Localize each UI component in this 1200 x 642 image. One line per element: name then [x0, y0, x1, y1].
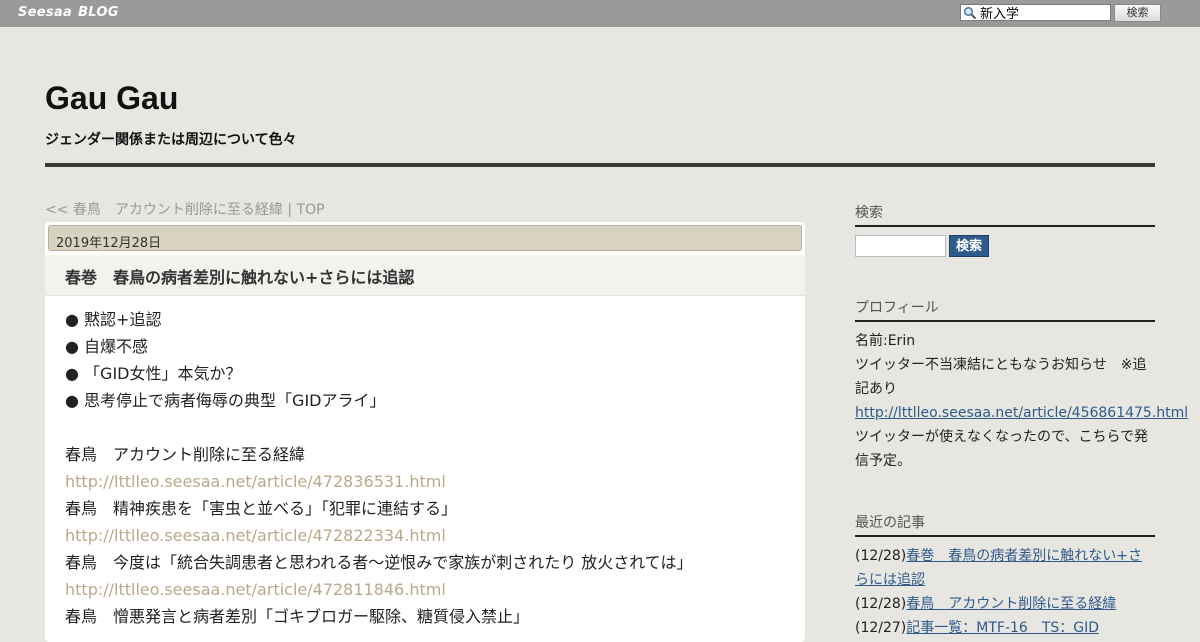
post-link[interactable]: http://lttlleo.seesaa.net/article/472822… — [65, 522, 785, 549]
blog-title[interactable]: Gau Gau — [45, 80, 178, 117]
sidebar-search-input[interactable] — [855, 235, 946, 257]
post-date: 2019年12月28日 — [56, 236, 162, 251]
recent-item: (12/27)記事一覧：MTF-16 TS：GID — [855, 616, 1155, 640]
post-line: 春鳥 精神疾患を「害虫と並べる」「犯罪に連結する」 — [65, 499, 458, 518]
recent-item-link[interactable]: 記事一覧：MTF-16 TS：GID — [906, 620, 1099, 636]
recent-item-date: (12/28) — [855, 548, 907, 564]
recent-item: (12/28)春鳥 アカウント削除に至る経緯 — [855, 592, 1155, 616]
profile-note: ツイッターが使えなくなったので、こちらで発信予定。 — [855, 429, 1149, 469]
seesaa-blog-logo[interactable]: Seesaa BLOG — [18, 5, 119, 20]
post-body: ● 黙認+追認 ● 自爆不感 ● 「GID女性」本気か？ ● 思考停止で病者侮辱の典型… — [65, 306, 785, 630]
top-search-button[interactable]: 検索 — [1114, 4, 1161, 22]
post-title-bar: 春巻 春鳥の病者差別に触れない+さらには追認 — [45, 255, 805, 296]
sidebar-search-heading: 検索 — [855, 202, 1155, 227]
profile-block: 名前:Erin ツイッター不当凍結にともなうお知らせ ※追記あり http://… — [855, 329, 1188, 473]
top-link[interactable]: TOP — [297, 202, 325, 218]
profile-notice: ツイッター不当凍結にともなうお知らせ ※追記あり — [855, 357, 1147, 397]
blog-description: ジェンダー関係または周辺について色々 — [45, 132, 297, 148]
post: 2019年12月28日 春巻 春鳥の病者差別に触れない+さらには追認 ● 黙認+… — [45, 222, 805, 642]
recent-item-date: (12/27) — [855, 620, 907, 636]
recent-item-link[interactable]: 春鳥 アカウント削除に至る経緯 — [906, 596, 1116, 612]
sidebar-search-button[interactable]: 検索 — [949, 235, 989, 257]
top-search-input[interactable] — [980, 5, 1108, 20]
recent-list: (12/28)春巻 春鳥の病者差別に触れない+さらには追認 (12/28)春鳥 … — [855, 544, 1155, 640]
post-link[interactable]: http://lttlleo.seesaa.net/article/472836… — [65, 468, 785, 495]
post-line: ● 思考停止で病者侮辱の典型「GIDアライ」 — [65, 391, 386, 410]
post-date-bar: 2019年12月28日 — [48, 225, 802, 251]
search-icon — [963, 6, 977, 20]
header-divider — [45, 163, 1155, 167]
sidebar-profile-heading: プロフィール — [855, 297, 1155, 322]
post-link[interactable]: http://lttlleo.seesaa.net/article/472811… — [65, 576, 785, 603]
breadcrumb: << 春鳥 アカウント削除に至る経緯 | TOP — [45, 199, 325, 219]
breadcrumb-separator: | — [287, 202, 293, 218]
sidebar-recent-heading: 最近の記事 — [855, 512, 1155, 537]
post-line: 春鳥 アカウント削除に至る経緯 — [65, 445, 306, 464]
brand-seesaa: Seesaa — [18, 5, 73, 20]
recent-item-date: (12/28) — [855, 596, 907, 612]
recent-item: (12/28)春巻 春鳥の病者差別に触れない+さらには追認 — [855, 544, 1155, 592]
post-line: ● 「GID女性」本気か？ — [65, 364, 242, 383]
post-line — [65, 414, 785, 441]
post-line: 春鳥 憎悪発言と病者差別「ゴキブロガー駆除、糖質侵入禁止」 — [65, 607, 530, 626]
brand-blog: BLOG — [78, 5, 119, 20]
top-bar: Seesaa BLOG 検索 — [0, 0, 1200, 27]
post-line: ● 自爆不感 — [65, 337, 149, 356]
post-line: 春鳥 今度は「統合失調患者と思われる者～逆恨みで家族が刺されたり 放火されては」 — [65, 553, 693, 572]
post-title[interactable]: 春巻 春鳥の病者差別に触れない+さらには追認 — [65, 264, 414, 288]
profile-link[interactable]: http://lttlleo.seesaa.net/article/456861… — [855, 405, 1188, 421]
profile-name: 名前:Erin — [855, 333, 916, 349]
prev-article-link[interactable]: << 春鳥 アカウント削除に至る経緯 — [45, 202, 283, 218]
post-line: ● 黙認+追認 — [65, 310, 162, 329]
top-search-box[interactable] — [960, 4, 1111, 21]
